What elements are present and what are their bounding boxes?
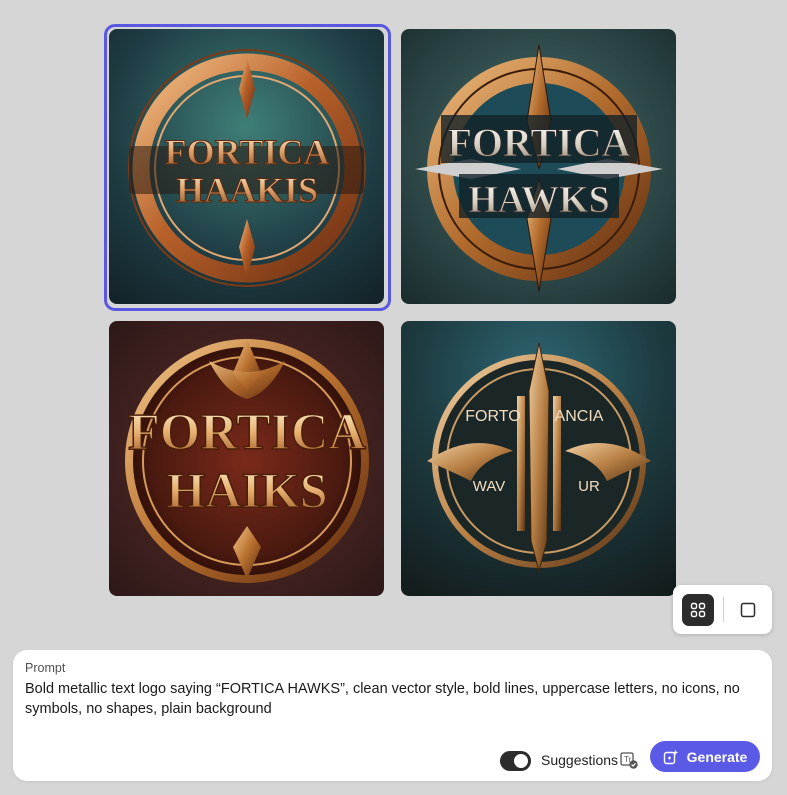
generated-image-4[interactable]: FORTO ANCIA WAV UR [401,321,676,596]
generated-image-3[interactable]: FORTICA HAIKS [109,321,384,596]
grid-view-button[interactable] [682,594,714,626]
prompt-label: Prompt [25,661,66,675]
content-credentials-icon[interactable]: Tr [619,750,639,770]
logo-line2: HAWKS [468,179,609,221]
generate-icon [663,749,679,765]
logo-line3: WAV [473,478,506,495]
logo-line2: HAAKIS [176,170,318,210]
logo-artwork-1: FORTICA HAAKIS [109,29,384,304]
generated-image-1[interactable]: FORTICA HAAKIS [109,29,384,304]
logo-artwork-3: FORTICA HAIKS [109,321,384,596]
logo-line1: FORTICA [165,132,330,172]
logo-line1: FORTICA [128,404,366,461]
prompt-input[interactable]: Bold metallic text logo saying “FORTICA … [25,679,755,719]
suggestions-label: Suggestions [541,752,619,768]
suggestions-toggle[interactable] [500,751,531,771]
logo-artwork-4: FORTO ANCIA WAV UR [401,321,676,596]
logo-artwork-2: FORTICA HAWKS [401,29,676,304]
grid-icon [690,602,706,618]
logo-line2: ANCIA [555,408,604,425]
square-icon [740,602,756,618]
generated-image-2[interactable]: FORTICA HAWKS [401,29,676,304]
logo-line1: FORTO [465,408,520,425]
generate-label: Generate [686,748,748,765]
single-view-button[interactable] [732,594,764,626]
toggle-divider [723,597,724,622]
view-toggle [673,585,772,634]
prompt-panel: Prompt Bold metallic text logo saying “F… [13,650,772,781]
logo-line1: FORTICA [447,120,630,165]
logo-line4: UR [578,478,600,495]
stage: FORTICA HAAKIS FORTICA HAWKS FORTICA HAI… [0,0,787,795]
toggle-knob [514,754,528,768]
logo-line2: HAIKS [166,462,327,518]
generate-button[interactable]: Generate [650,741,760,772]
